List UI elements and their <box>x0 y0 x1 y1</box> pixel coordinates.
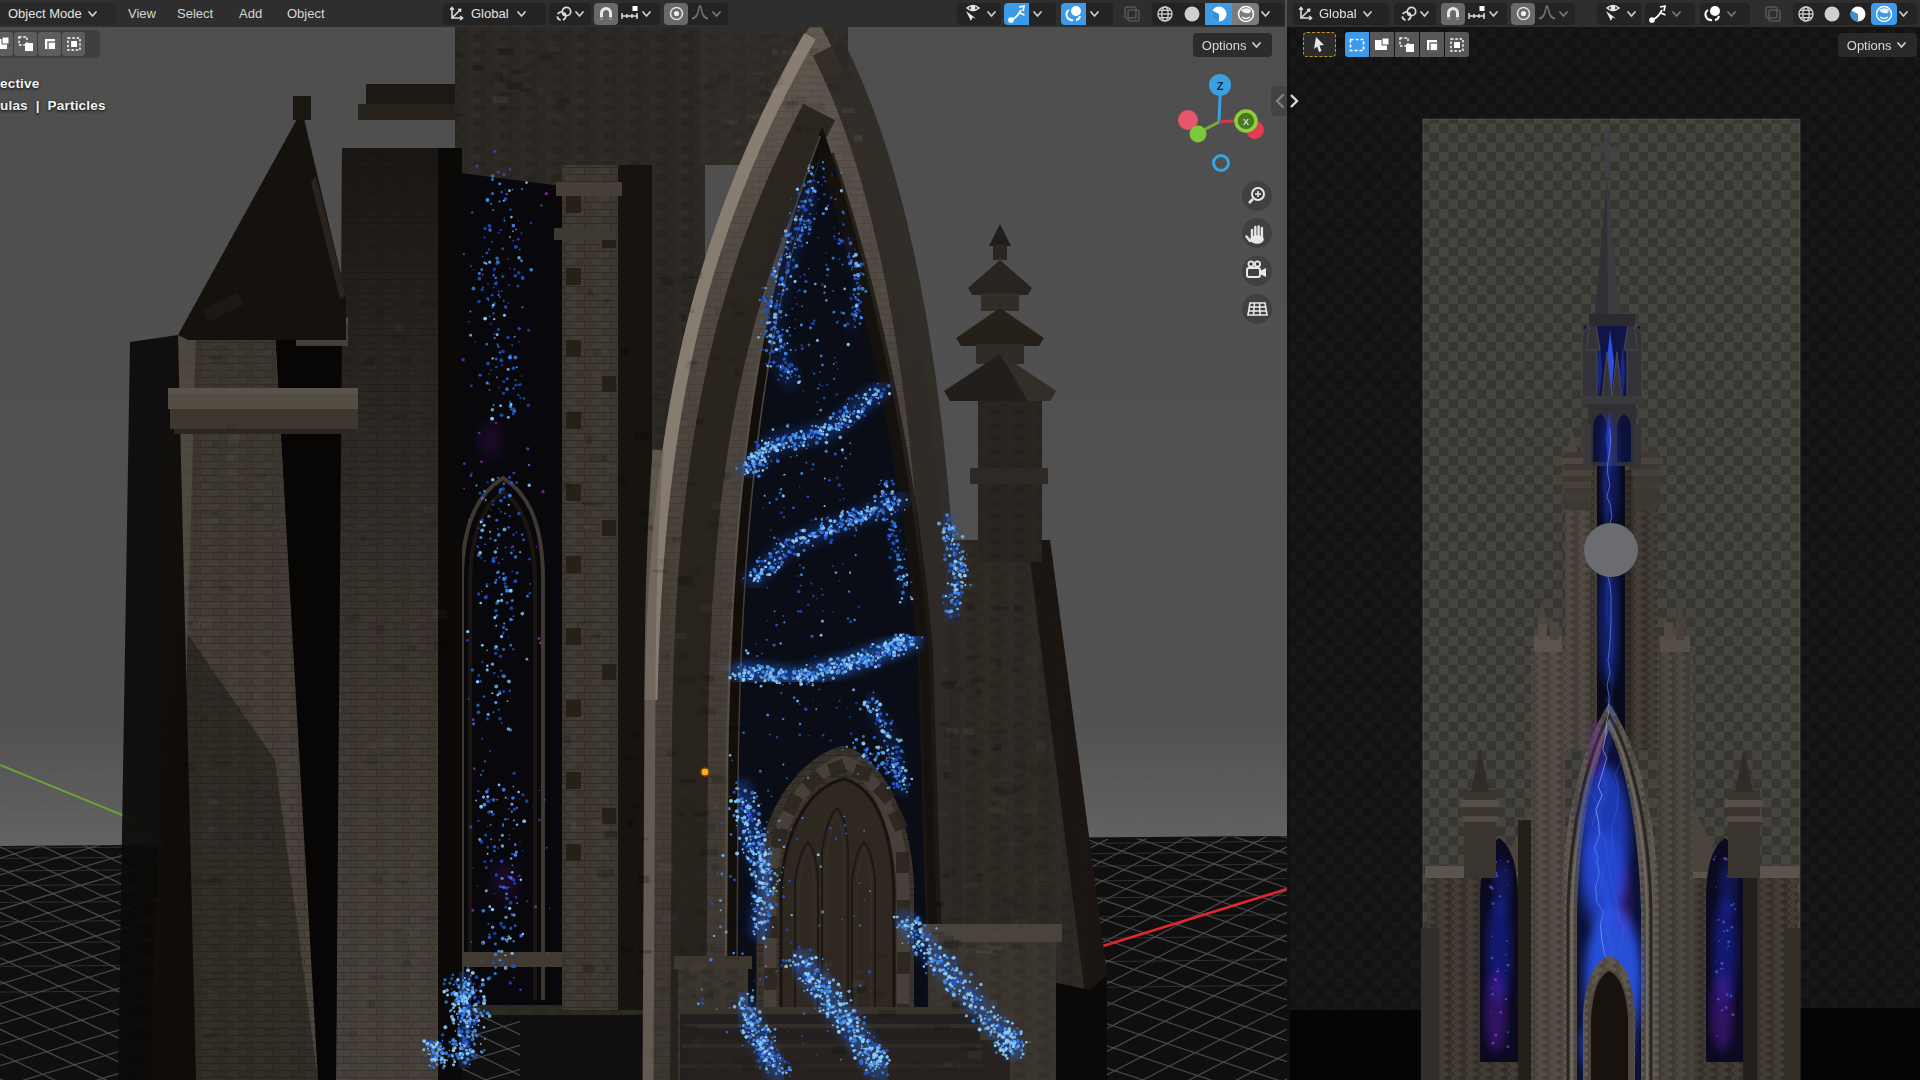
svg-text:X: X <box>1243 117 1249 127</box>
svg-text:Z: Z <box>1217 80 1224 92</box>
